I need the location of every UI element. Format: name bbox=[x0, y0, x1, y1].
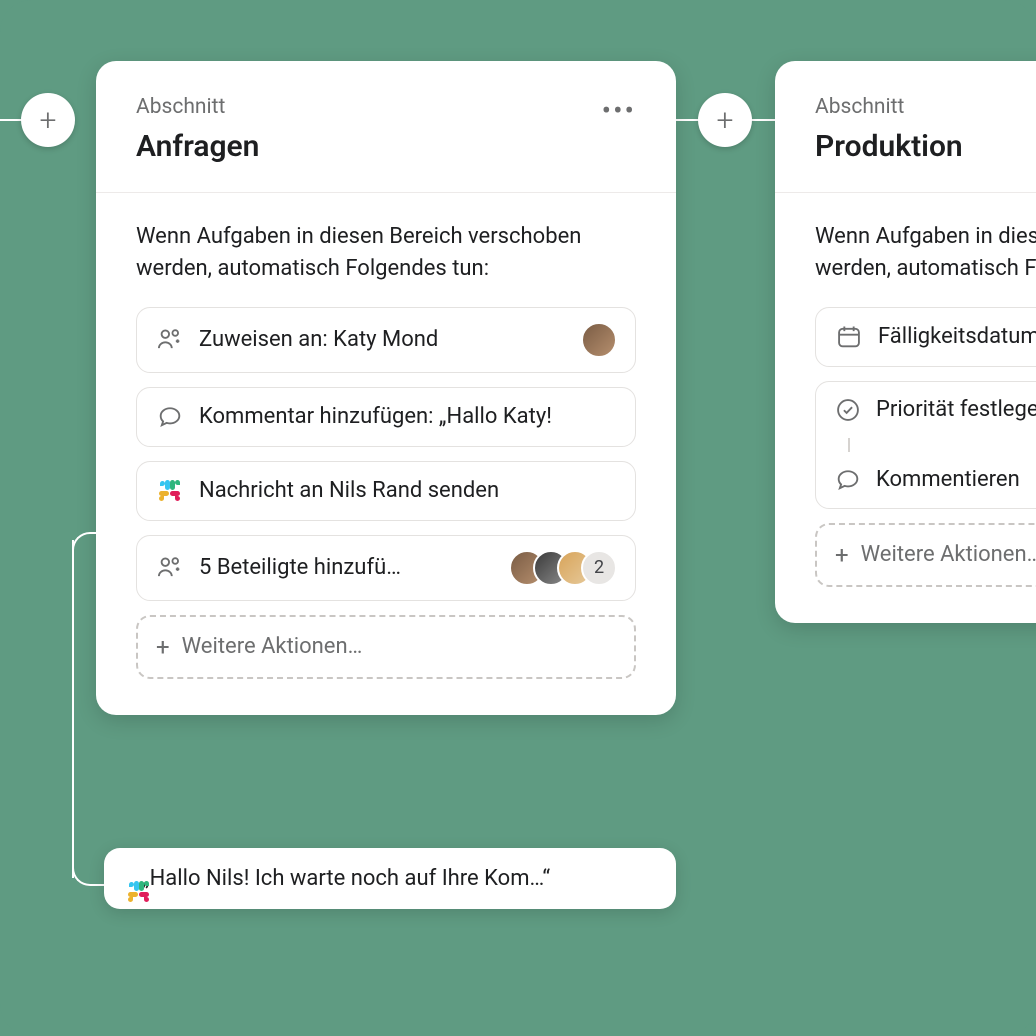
section-title: Produktion bbox=[815, 129, 963, 164]
action-text: Kommentar hinzufügen: „Hallo Katy! bbox=[199, 404, 617, 429]
action-add-collaborators[interactable]: 5 Beteiligte hinzufü… 2 bbox=[136, 535, 636, 601]
section-card-anfragen: Abschnitt Anfragen ••• Wenn Aufgaben in … bbox=[96, 61, 676, 715]
calendar-icon bbox=[834, 322, 864, 352]
add-action-label: Weitere Aktionen… bbox=[861, 542, 1036, 567]
add-section-button[interactable]: + bbox=[21, 93, 75, 147]
more-menu-button[interactable]: ••• bbox=[602, 95, 636, 125]
action-text: Fälligkeitsdatum festlegen bbox=[878, 324, 1036, 349]
section-intro: Wenn Aufgaben in diesen Bereich verschob… bbox=[136, 221, 636, 285]
action-assign[interactable]: Zuweisen an: Katy Mond bbox=[136, 307, 636, 373]
connector-line bbox=[72, 532, 98, 558]
connector-line bbox=[72, 540, 74, 878]
comment-icon bbox=[834, 466, 862, 494]
add-action-button[interactable]: + Weitere Aktionen… bbox=[815, 523, 1036, 587]
action-text: Kommentieren bbox=[876, 467, 1020, 492]
section-card-produktion: Abschnitt Produktion Wenn Aufgaben in di… bbox=[775, 61, 1036, 623]
plus-icon: + bbox=[156, 633, 170, 661]
section-intro: Wenn Aufgaben in diesen Bereich verschob… bbox=[815, 221, 1036, 285]
action-set-priority[interactable]: Priorität festlegen bbox=[816, 382, 1036, 438]
action-text: Zuweisen an: Katy Mond bbox=[199, 327, 567, 352]
section-label: Abschnitt bbox=[136, 95, 259, 119]
add-section-button[interactable]: + bbox=[698, 93, 752, 147]
overflow-count: 2 bbox=[581, 550, 617, 586]
action-text: 5 Beteiligte hinzufü… bbox=[199, 555, 495, 580]
comment-icon bbox=[155, 402, 185, 432]
check-circle-icon bbox=[834, 396, 862, 424]
section-title: Anfragen bbox=[136, 129, 259, 164]
plus-icon: + bbox=[835, 541, 849, 569]
action-due-date[interactable]: Fälligkeitsdatum festlegen bbox=[815, 307, 1036, 367]
section-label: Abschnitt bbox=[815, 95, 963, 119]
group-connector bbox=[848, 438, 850, 452]
avatar bbox=[581, 322, 617, 358]
action-text: Priorität festlegen bbox=[876, 397, 1036, 422]
automation-canvas: + + Abschnitt Anfragen ••• Wenn Aufgaben… bbox=[0, 0, 1036, 1036]
action-group: Priorität festlegen Kommentieren bbox=[815, 381, 1036, 509]
assignee-icon bbox=[155, 325, 185, 355]
add-action-button[interactable]: + Weitere Aktionen… bbox=[136, 615, 636, 679]
action-comment[interactable]: Kommentar hinzufügen: „Hallo Katy! bbox=[136, 387, 636, 447]
connector-line bbox=[94, 532, 100, 534]
action-comment[interactable]: Kommentieren bbox=[816, 452, 1036, 508]
action-text: Nachricht an Nils Rand senden bbox=[199, 478, 617, 503]
action-slack-message[interactable]: Nachricht an Nils Rand senden bbox=[136, 461, 636, 521]
slack-icon bbox=[155, 476, 185, 506]
connector-line bbox=[72, 860, 98, 886]
collaborators-icon bbox=[155, 553, 185, 583]
preview-text: „Hallo Nils! Ich warte noch auf Ihre Kom… bbox=[142, 866, 550, 891]
slack-message-preview[interactable]: „Hallo Nils! Ich warte noch auf Ihre Kom… bbox=[104, 848, 676, 909]
add-action-label: Weitere Aktionen… bbox=[182, 634, 363, 659]
